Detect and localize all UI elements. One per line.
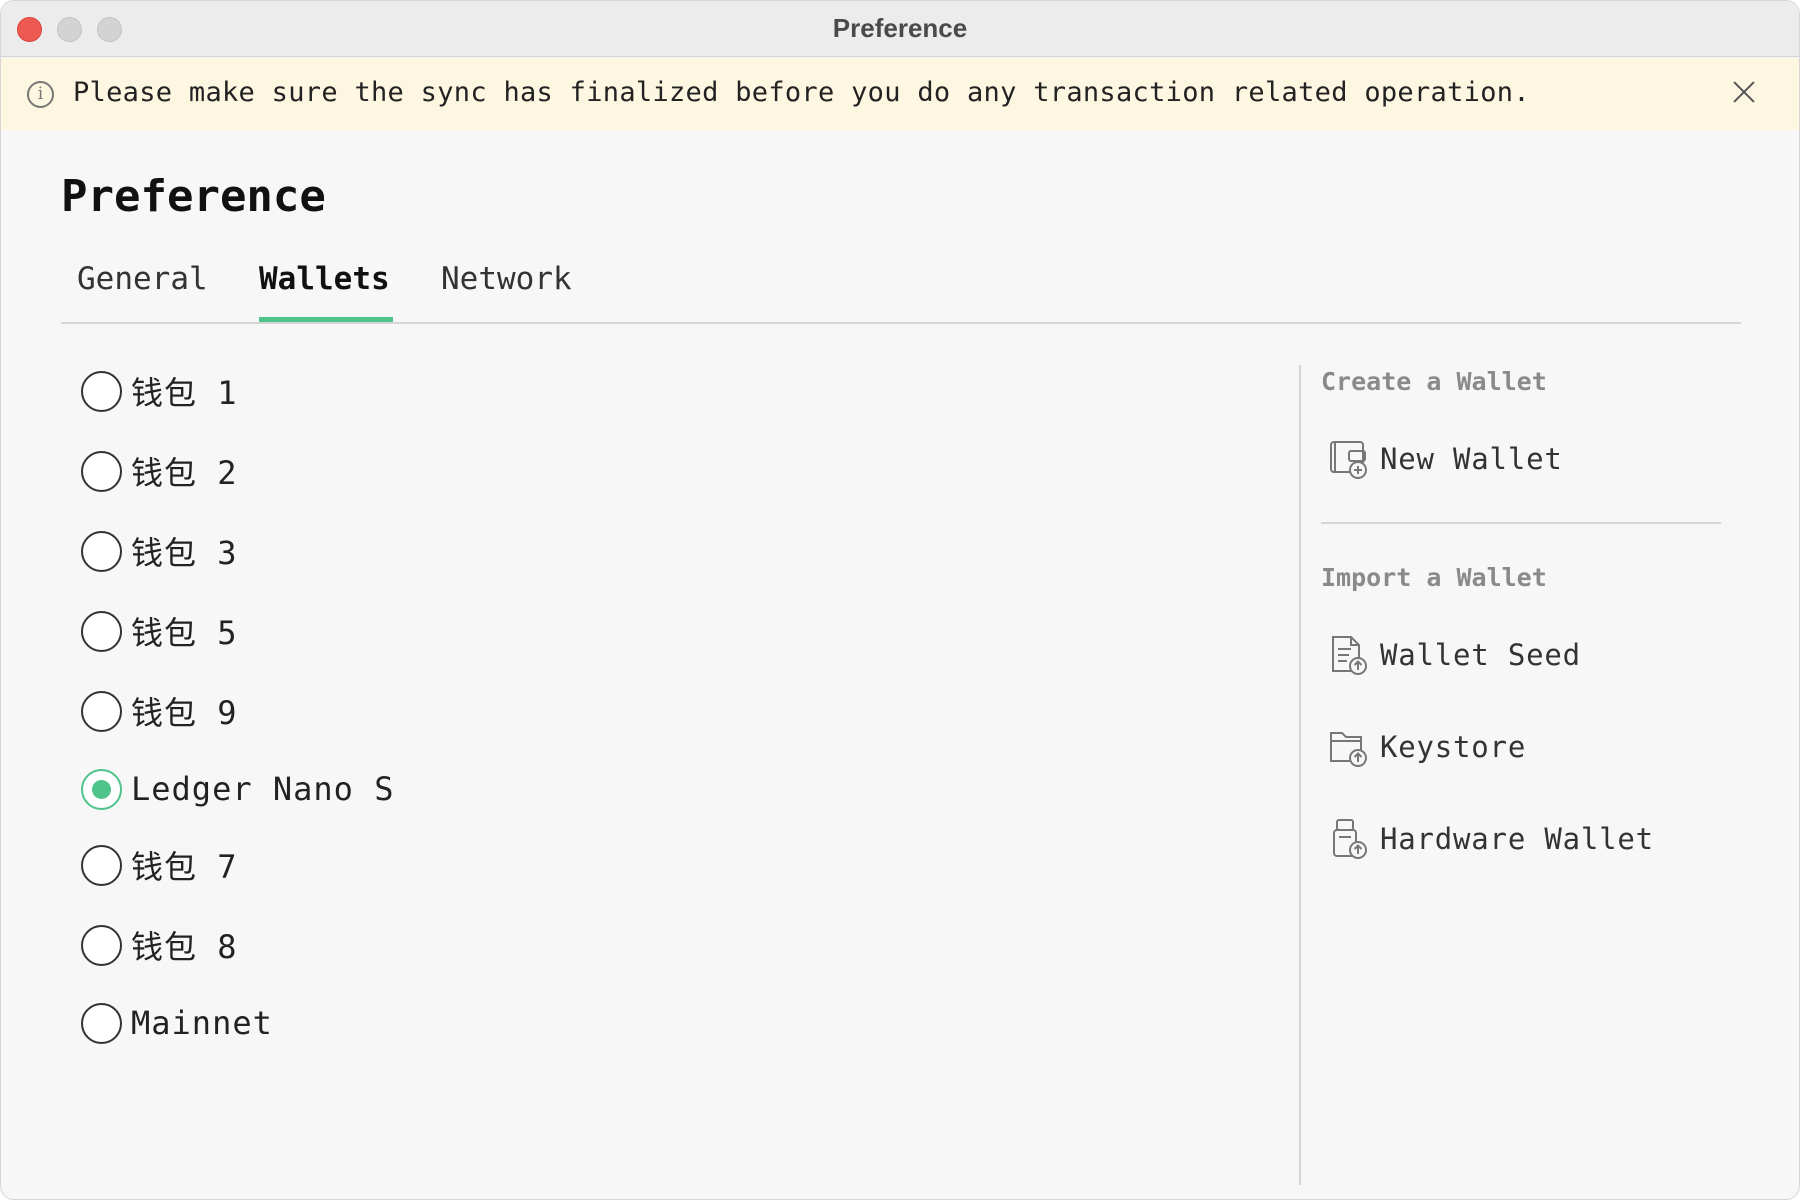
- wallet-item[interactable]: 钱包 5: [81, 609, 781, 653]
- keystore-button[interactable]: Keystore: [1327, 725, 1767, 769]
- wallet-radio[interactable]: [81, 610, 122, 652]
- hardware-wallet-icon: [1333, 819, 1367, 859]
- info-icon: i: [27, 81, 54, 108]
- window-title: Preference: [832, 13, 968, 43]
- hardware-wallet-button[interactable]: Hardware Wallet: [1327, 817, 1767, 861]
- hardware-wallet-label: Hardware Wallet: [1380, 822, 1654, 856]
- wallet-label: 钱包 9: [131, 694, 238, 732]
- title-bar: Preference: [1, 1, 1799, 57]
- sync-notice-banner: i Please make sure the sync has finalize…: [1, 58, 1799, 130]
- wallet-item[interactable]: 钱包 1: [81, 369, 781, 413]
- sync-notice-text: Please make sure the sync has finalized …: [73, 77, 1530, 108]
- wallet-label: 钱包 1: [131, 374, 238, 412]
- wallet-label: Mainnet: [131, 1004, 273, 1042]
- wallet-seed-button[interactable]: Wallet Seed: [1327, 633, 1767, 677]
- wallet-label: 钱包 2: [131, 454, 238, 492]
- wallet-label: 钱包 5: [131, 614, 238, 652]
- tab-network[interactable]: Network: [441, 261, 572, 324]
- new-wallet-button[interactable]: New Wallet: [1327, 437, 1767, 481]
- tab-general[interactable]: General: [77, 261, 208, 324]
- tab-wallets[interactable]: Wallets: [259, 261, 390, 324]
- wallet-item[interactable]: 钱包 9: [81, 689, 781, 733]
- section-divider: [1321, 522, 1721, 524]
- create-wallet-heading: Create a Wallet: [1321, 367, 1547, 396]
- page-title: Preference: [61, 171, 326, 222]
- wallet-item[interactable]: 钱包 7: [81, 843, 781, 887]
- keystore-icon: [1330, 732, 1367, 767]
- wallet-seed-icon: [1332, 636, 1367, 675]
- wallet-label: 钱包 8: [131, 928, 238, 966]
- wallet-radio[interactable]: [81, 370, 122, 412]
- panel-divider: [1299, 365, 1301, 1185]
- active-tab-indicator: [259, 317, 393, 322]
- wallet-item[interactable]: Mainnet: [81, 1001, 781, 1045]
- wallet-radio-selected[interactable]: [81, 768, 122, 810]
- import-wallet-heading: Import a Wallet: [1321, 563, 1547, 592]
- wallet-label: 钱包 3: [131, 534, 238, 572]
- wallet-label: Ledger Nano S: [131, 770, 395, 808]
- wallet-radio[interactable]: [81, 690, 122, 732]
- wallet-item[interactable]: 钱包 2: [81, 449, 781, 493]
- wallet-radio[interactable]: [81, 1002, 122, 1044]
- wallet-radio[interactable]: [81, 924, 122, 966]
- wallet-item[interactable]: Ledger Nano S: [81, 767, 781, 811]
- preference-window: Preference i Please make sure the sync h…: [0, 0, 1800, 1200]
- wallet-item[interactable]: 钱包 3: [81, 529, 781, 573]
- close-icon[interactable]: [1729, 77, 1759, 107]
- keystore-label: Keystore: [1380, 730, 1527, 764]
- wallet-label: 钱包 7: [131, 848, 238, 886]
- preference-tabs: General Wallets Network: [61, 251, 1741, 324]
- wallet-item[interactable]: 钱包 8: [81, 923, 781, 967]
- new-wallet-label: New Wallet: [1380, 442, 1563, 476]
- new-wallet-icon: [1330, 441, 1367, 479]
- wallet-radio[interactable]: [81, 450, 122, 492]
- wallet-radio[interactable]: [81, 844, 122, 886]
- wallet-radio[interactable]: [81, 530, 122, 572]
- wallet-seed-label: Wallet Seed: [1380, 638, 1581, 672]
